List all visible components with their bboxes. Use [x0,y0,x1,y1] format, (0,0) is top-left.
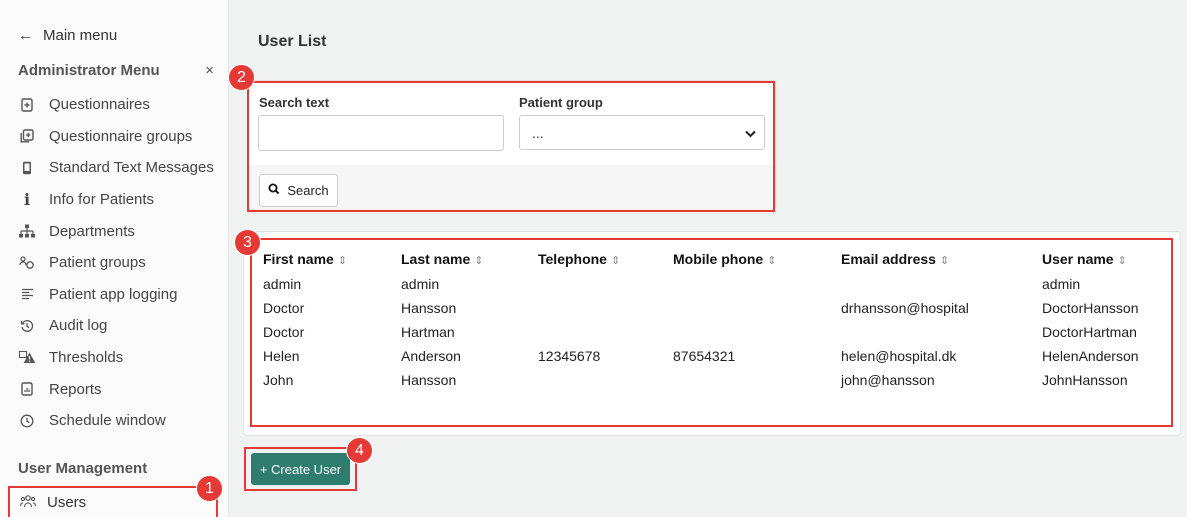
admin-menu-header: Administrator Menu × [18,62,218,79]
table-cell: Hansson [401,372,457,388]
main-menu-link[interactable]: ← Main menu [18,27,117,44]
sidebar-item-thresholds[interactable]: Thresholds [18,342,214,374]
main-menu-label: Main menu [43,27,118,44]
table-cell: HelenAnderson [1042,348,1139,364]
annotation-badge-4: 4 [346,437,373,464]
sidebar-item-label: Questionnaire groups [49,127,193,145]
column-header-first-name[interactable]: First name ⇕ [263,251,347,267]
sidebar-item-label: Standard Text Messages [49,159,214,177]
search-text-label: Search text [259,95,330,110]
table-cell: drhansson@hospital [841,300,969,316]
sidebar-item-label: Reports [49,380,102,398]
history-icon [18,319,36,333]
sidebar-item-audit-log[interactable]: Audit log [18,310,214,342]
sidebar-item-standard-text-messages[interactable]: Standard Text Messages [18,152,214,184]
close-icon[interactable]: × [205,62,214,79]
info-icon: i [23,190,31,210]
sort-icon: ⇕ [474,255,484,267]
sidebar-item-label: Patient groups [49,254,146,272]
sidebar-item-reports[interactable]: Reports [18,373,214,405]
patient-group-selected: ... [532,124,544,141]
table-cell: Hansson [401,300,457,316]
users-icon [19,494,37,511]
sidebar-item-label: Thresholds [49,349,124,367]
sidebar-item-label: Departments [49,222,135,240]
sort-icon: ⇕ [337,255,348,267]
table-cell: DoctorHansson [1042,300,1139,316]
table-cell: Doctor [263,300,305,316]
column-header-telephone[interactable]: Telephone ⇕ [538,251,620,267]
table-cell: admin [263,276,302,292]
table-cell: admin [401,276,440,292]
table-cell: helen@hospital.dk [841,348,957,364]
patient-group-label: Patient group [519,95,603,110]
sort-icon: ⇕ [610,255,621,267]
sidebar-item-questionnaires[interactable]: Questionnaires [18,89,214,121]
sidebar-item-label: Questionnaires [49,96,150,114]
annotation-badge-3: 3 [234,229,261,256]
arrow-left-icon: ← [18,27,33,44]
admin-menu: Questionnaires Questionnaire groups Stan… [18,89,214,437]
sidebar-item-questionnaire-groups[interactable]: Questionnaire groups [18,121,214,153]
report-icon [18,382,36,396]
table-cell: Hartman [401,324,455,340]
table-cell: Doctor [263,324,305,340]
sidebar-item-departments[interactable]: Departments [18,215,214,247]
sidebar-item-label: Users [47,494,87,511]
search-input[interactable] [258,115,504,151]
table-cell: Helen [263,348,300,364]
patient-group-select[interactable]: ... [519,115,765,150]
document-plus-icon [18,98,36,112]
sidebar-item-label: Audit log [49,317,108,335]
annotation-badge-2: 2 [228,64,255,91]
lines-icon [18,288,36,300]
chevron-down-icon [745,125,756,141]
sitemap-icon [18,224,36,238]
sidebar-item-info-for-patients[interactable]: i Info for Patients [18,184,214,216]
search-icon [268,183,280,198]
table-cell: DoctorHartman [1042,324,1137,340]
sort-icon: ⇕ [767,255,777,267]
column-header-last-name[interactable]: Last name ⇕ [401,251,483,267]
column-header-email-address[interactable]: Email address ⇕ [841,251,949,267]
sidebar-item-label: Patient app logging [49,285,178,303]
sort-icon: ⇕ [1117,255,1127,267]
table-cell: John [263,372,294,388]
sidebar-item-schedule-window[interactable]: Schedule window [18,405,214,437]
table-cell: john@hansson [841,372,935,388]
clock-icon [18,414,36,428]
sidebar-item-users[interactable]: Users [8,486,218,517]
user-table: First name ⇕ Last name ⇕ Telephone ⇕ Mobile… [243,231,1181,436]
admin-menu-title: Administrator Menu [18,62,160,79]
table-cell: JohnHansson [1042,372,1128,388]
copy-plus-icon [18,129,36,143]
annotation-badge-1: 1 [196,475,223,502]
users-group-icon [18,256,36,270]
table-cell: 12345678 [538,348,601,364]
search-button[interactable]: Search [259,174,338,207]
table-cell: admin [1042,276,1081,292]
sidebar-item-label: Schedule window [49,412,166,430]
phone-icon [18,161,36,175]
table-cell: Anderson [401,348,461,364]
column-header-user-name[interactable]: User name ⇕ [1042,251,1127,267]
sort-icon: ⇕ [939,255,950,267]
page-title: User List [258,33,327,50]
sidebar-item-patient-groups[interactable]: Patient groups [18,247,214,279]
create-user-button[interactable]: + Create User [251,453,350,485]
search-panel: Search text Patient group ... Search [247,80,776,214]
search-button-label: Search [287,183,329,198]
column-header-mobile-phone[interactable]: Mobile phone ⇕ [673,251,776,267]
sidebar-item-label: Info for Patients [49,191,155,209]
user-management-title: User Management [18,460,148,477]
threshold-warning-icon [18,351,36,364]
sidebar: ← Main menu Administrator Menu × Questio… [0,0,229,517]
table-cell: 87654321 [673,348,736,364]
sidebar-item-patient-app-logging[interactable]: Patient app logging [18,279,214,311]
